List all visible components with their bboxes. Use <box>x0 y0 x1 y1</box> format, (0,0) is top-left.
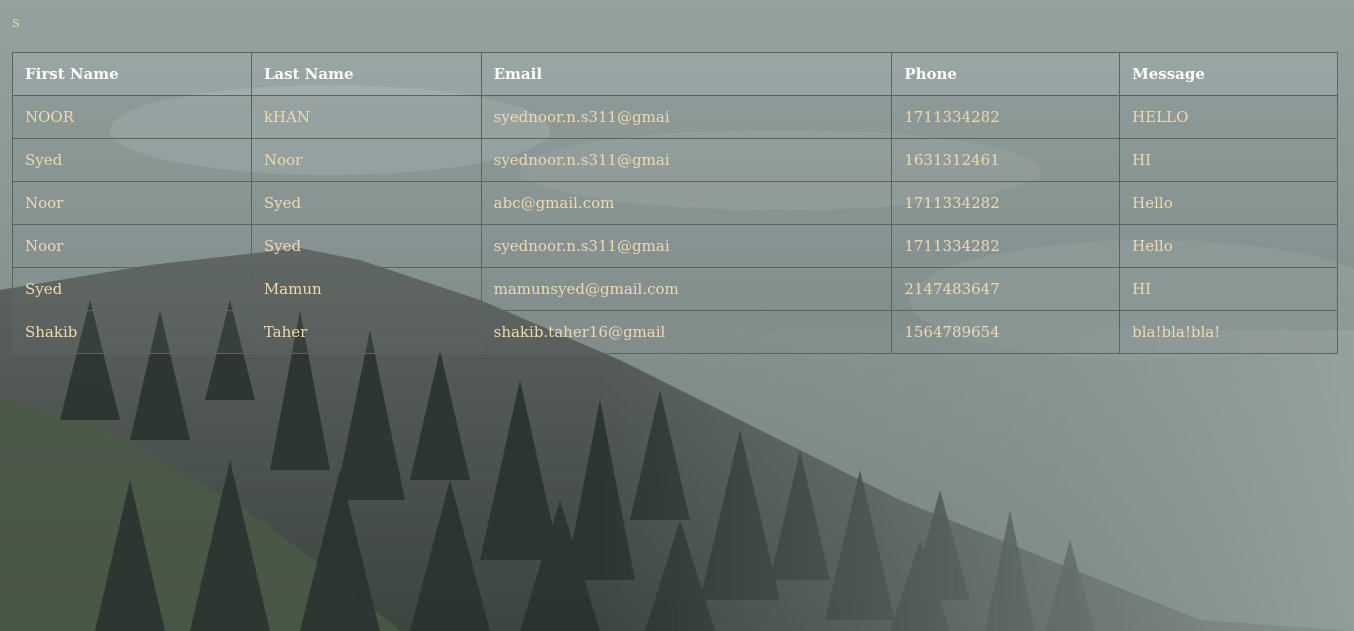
cell-phone: 1564789654 <box>891 310 1121 354</box>
header-first-name: First Name <box>12 52 252 96</box>
table-row: NOOR kHAN syednoor.n.s311@gmai 171133428… <box>12 95 1338 139</box>
cell-message: Hello <box>1119 181 1338 225</box>
corner-text: s <box>12 13 20 31</box>
cell-last-name: Syed <box>250 181 482 225</box>
cell-email: shakib.taher16@gmail <box>480 310 893 354</box>
cell-first-name: Syed <box>12 138 252 182</box>
contacts-table: First Name Last Name Email Phone Message… <box>12 52 1338 354</box>
cell-email: syednoor.n.s311@gmai <box>480 138 893 182</box>
cell-message: Hello <box>1119 224 1338 268</box>
cell-email: syednoor.n.s311@gmai <box>480 224 893 268</box>
table-row: Shakib Taher shakib.taher16@gmail 156478… <box>12 310 1338 354</box>
cell-phone: 1711334282 <box>891 181 1121 225</box>
header-email: Email <box>480 52 893 96</box>
cell-last-name: Noor <box>250 138 482 182</box>
table-row: Syed Mamun mamunsyed@gmail.com 214748364… <box>12 267 1338 311</box>
cell-message: HELLO <box>1119 95 1338 139</box>
cell-phone: 2147483647 <box>891 267 1121 311</box>
cell-email: mamunsyed@gmail.com <box>480 267 893 311</box>
header-phone: Phone <box>891 52 1121 96</box>
table-header-row: First Name Last Name Email Phone Message <box>12 52 1338 96</box>
cell-first-name: Syed <box>12 267 252 311</box>
table-row: Noor Syed abc@gmail.com 1711334282 Hello <box>12 181 1338 225</box>
header-message: Message <box>1119 52 1338 96</box>
cell-last-name: Taher <box>250 310 482 354</box>
cell-last-name: kHAN <box>250 95 482 139</box>
cell-email: abc@gmail.com <box>480 181 893 225</box>
cell-first-name: NOOR <box>12 95 252 139</box>
cell-last-name: Syed <box>250 224 482 268</box>
cell-email: syednoor.n.s311@gmai <box>480 95 893 139</box>
header-last-name: Last Name <box>250 52 482 96</box>
table-row: Syed Noor syednoor.n.s311@gmai 163131246… <box>12 138 1338 182</box>
cell-phone: 1631312461 <box>891 138 1121 182</box>
cell-phone: 1711334282 <box>891 95 1121 139</box>
cell-first-name: Noor <box>12 224 252 268</box>
cell-message: HI <box>1119 138 1338 182</box>
table-row: Noor Syed syednoor.n.s311@gmai 171133428… <box>12 224 1338 268</box>
cell-first-name: Noor <box>12 181 252 225</box>
cell-last-name: Mamun <box>250 267 482 311</box>
cell-message: bla!bla!bla! <box>1119 310 1338 354</box>
cell-phone: 1711334282 <box>891 224 1121 268</box>
cell-message: HI <box>1119 267 1338 311</box>
cell-first-name: Shakib <box>12 310 252 354</box>
